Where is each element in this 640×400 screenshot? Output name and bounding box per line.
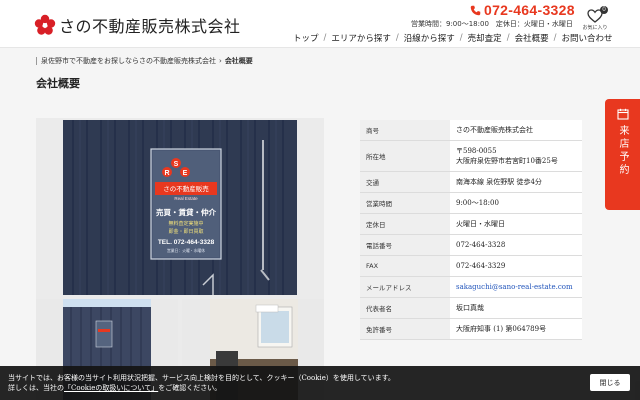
info-label: 所在地 xyxy=(360,141,450,171)
info-row-hours: 営業時間 9:00〜18:00 xyxy=(360,193,582,214)
favorites-heart-wrap: 0 xyxy=(587,6,608,23)
main-nav: トップ / エリアから探す / 沿線から探す / 売却査定 / 会社概要 / お… xyxy=(290,32,615,44)
nav-area-search[interactable]: エリアから探す xyxy=(328,32,394,44)
info-value: 9:00〜18:00 xyxy=(450,193,582,213)
info-row-representative: 代表者名 坂口真哉 xyxy=(360,298,582,319)
info-value: 南海本線 泉佐野駅 徒歩4分 xyxy=(450,172,582,192)
nav-separator: / xyxy=(506,33,510,43)
main-photo[interactable]: S R E さの不動産販売 Real Estate 売買・賃貸・仲介 無料査定実… xyxy=(63,120,297,295)
breadcrumb-home-link[interactable]: 泉佐野市で不動産をお探しならさの不動産販売株式会社 xyxy=(41,56,216,66)
info-label: 免許番号 xyxy=(360,319,450,339)
sign-line1: 無料査定実施中 xyxy=(168,220,203,227)
phone-value: 072-464-3328 xyxy=(456,241,506,249)
info-value: 大阪府知事 (1) 第064789号 xyxy=(450,319,582,339)
breadcrumb-bar xyxy=(36,57,37,65)
nav-line-search[interactable]: 沿線から探す xyxy=(401,32,458,44)
holidays-value: 火曜日・水曜日 xyxy=(456,220,505,228)
info-value: 坂口真哉 xyxy=(450,298,582,318)
info-label: 営業時間 xyxy=(360,193,450,213)
cookie-line-2-before: 詳しくは、当社の xyxy=(8,384,64,392)
page-title: 会社概要 xyxy=(36,77,80,90)
info-row-holidays: 定休日 火曜日・水曜日 xyxy=(360,214,582,235)
info-value: 〒598-0055 大阪府泉佐野市若宮町10番25号 xyxy=(450,141,582,171)
cookie-banner: 当サイトでは、お客様の当サイト利用状況把握、サービス向上検討を目的として、クッキ… xyxy=(0,366,640,400)
address-value: 大阪府泉佐野市若宮町10番25号 xyxy=(456,157,558,165)
storefront-photo-image: S R E さの不動産販売 Real Estate 売買・賃貸・仲介 無料査定実… xyxy=(63,120,297,295)
info-label: 代表者名 xyxy=(360,298,450,318)
representative-value: 坂口真哉 xyxy=(456,304,484,312)
sign-services: 売買・賃貸・仲介 xyxy=(156,207,216,217)
sign-note: 営業日：火曜・水曜休 xyxy=(167,248,205,253)
cookie-line-2-after: をご確認ください。 xyxy=(158,384,222,392)
fax-value: 072-464-3329 xyxy=(456,262,506,270)
breadcrumb-separator: › xyxy=(219,57,222,65)
info-label: メールアドレス xyxy=(360,277,450,297)
visit-reservation-tab[interactable]: 来店予約 xyxy=(605,99,640,210)
plum-blossom-icon xyxy=(34,14,56,35)
info-label: 商号 xyxy=(360,120,450,140)
favorites-label: お気に入り xyxy=(582,25,608,31)
license-value: 大阪府知事 (1) 第064789号 xyxy=(456,325,547,333)
favorites-count-badge: 0 xyxy=(600,6,608,14)
sign-english: Real Estate xyxy=(174,196,198,201)
nav-separator: / xyxy=(553,33,557,43)
sign-logo-r: R xyxy=(164,170,169,177)
breadcrumb: 泉佐野市で不動産をお探しならさの不動産販売株式会社 › 会社概要 xyxy=(36,56,253,66)
nav-separator: / xyxy=(395,33,399,43)
site-header: さの不動産販売株式会社 072-464-3328 営業時間：9:00〜18:00… xyxy=(0,0,640,48)
company-name-value: さの不動産販売株式会社 xyxy=(456,126,533,134)
nav-separator: / xyxy=(459,33,463,43)
info-value: 火曜日・水曜日 xyxy=(450,214,582,234)
sign-logo-e: E xyxy=(183,170,188,177)
company-info-table: 商号 さの不動産販売株式会社 所在地 〒598-0055 大阪府泉佐野市若宮町1… xyxy=(360,120,582,340)
info-label: FAX xyxy=(360,256,450,276)
info-label: 定休日 xyxy=(360,214,450,234)
business-hours: 営業時間：9:00〜18:00 定休日：火曜日・水曜日 xyxy=(411,20,573,28)
info-value: さの不動産販売株式会社 xyxy=(450,120,582,140)
info-row-email: メールアドレス sakaguchi@sano-real-estate.com xyxy=(360,277,582,298)
nav-company[interactable]: 会社概要 xyxy=(512,32,552,44)
access-value: 南海本線 泉佐野駅 徒歩4分 xyxy=(456,178,542,186)
info-row-access: 交通 南海本線 泉佐野駅 徒歩4分 xyxy=(360,172,582,193)
info-value: sakaguchi@sano-real-estate.com xyxy=(450,277,582,297)
sign-tel: TEL. 072-464-3328 xyxy=(158,239,215,246)
cookie-line-2: 詳しくは、当社の「Cookieの取扱いについて」をご確認ください。 xyxy=(8,383,395,393)
phone-icon xyxy=(470,5,481,15)
sign-logo-s: S xyxy=(174,161,179,168)
calendar-icon xyxy=(616,108,629,120)
info-value: 072-464-3329 xyxy=(450,256,582,276)
breadcrumb-current: 会社概要 xyxy=(224,57,253,65)
nav-appraisal[interactable]: 売却査定 xyxy=(465,32,505,44)
info-value: 072-464-3328 xyxy=(450,235,582,255)
info-label: 電話番号 xyxy=(360,235,450,255)
visit-reservation-label: 来店予約 xyxy=(617,125,628,177)
info-label: 交通 xyxy=(360,172,450,192)
sign-company: さの不動産販売 xyxy=(163,184,209,193)
info-row-company-name: 商号 さの不動産販売株式会社 xyxy=(360,120,582,141)
cookie-policy-link[interactable]: 「Cookieの取扱いについて」 xyxy=(64,384,158,392)
favorites-button[interactable]: 0 お気に入り xyxy=(580,6,610,31)
nav-contact[interactable]: お問い合わせ xyxy=(558,32,615,44)
email-link[interactable]: sakaguchi@sano-real-estate.com xyxy=(456,283,576,291)
logo-text: さの不動産販売株式会社 xyxy=(59,17,241,36)
sign-line2: 即金・即日買取 xyxy=(168,228,203,235)
nav-separator: / xyxy=(323,33,327,43)
info-row-fax: FAX 072-464-3329 xyxy=(360,256,582,277)
info-row-phone: 電話番号 072-464-3328 xyxy=(360,235,582,256)
nav-top[interactable]: トップ xyxy=(290,32,322,44)
site-logo[interactable]: さの不動産販売株式会社 xyxy=(34,13,241,37)
cookie-message: 当サイトでは、お客様の当サイト利用状況把握、サービス向上検討を目的として、クッキ… xyxy=(8,373,395,393)
hours-value: 9:00〜18:00 xyxy=(456,199,499,207)
info-row-address: 所在地 〒598-0055 大阪府泉佐野市若宮町10番25号 xyxy=(360,141,582,172)
cookie-close-button[interactable]: 閉じる xyxy=(590,374,630,391)
phone-number: 072-464-3328 xyxy=(484,2,575,18)
cookie-line-1: 当サイトでは、お客様の当サイト利用状況把握、サービス向上検討を目的として、クッキ… xyxy=(8,374,395,382)
info-row-license: 免許番号 大阪府知事 (1) 第064789号 xyxy=(360,319,582,340)
postal-code-value: 〒598-0055 xyxy=(456,147,497,155)
header-phone[interactable]: 072-464-3328 xyxy=(470,2,575,18)
